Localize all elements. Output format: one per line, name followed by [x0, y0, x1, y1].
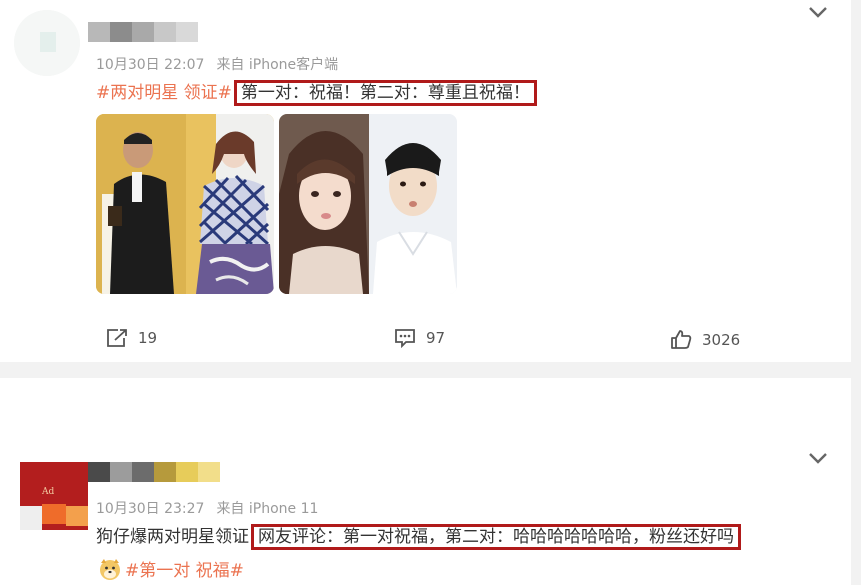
post-photo-1[interactable]	[96, 114, 274, 294]
post-text: #两对明星 领证# 第一对：祝福！第二对：尊重且祝福！	[96, 78, 537, 106]
avatar[interactable]: Ad	[20, 462, 88, 530]
svg-text:Ad: Ad	[41, 487, 54, 497]
post-meta: 10月30日 23:27 来自 iPhone 11	[96, 498, 318, 518]
highlighted-text: 第一对：祝福！第二对：尊重且祝福！	[233, 80, 537, 106]
like-button[interactable]: 3026	[670, 329, 740, 350]
chevron-down-icon[interactable]	[808, 452, 828, 464]
post-source: 来自 iPhone客户端	[216, 57, 339, 73]
like-icon	[671, 330, 692, 349]
post-card-2: Ad 10月30日 23:27 来自 iPhone 11 狗仔爆两对明星领证 网友评…	[0, 378, 851, 585]
topic-tag[interactable]: #两对明星 领证#	[96, 83, 232, 103]
username-mosaic[interactable]	[88, 22, 198, 42]
like-count: 3026	[702, 330, 741, 349]
repost-button[interactable]: 19	[106, 328, 157, 348]
post-card-1: 10月30日 22:07 来自 iPhone客户端 #两对明星 领证# 第一对：祝福…	[0, 0, 851, 362]
avatar[interactable]	[14, 10, 80, 76]
post-meta: 10月30日 22:07 来自 iPhone客户端	[96, 54, 338, 74]
post-photo-2[interactable]	[279, 114, 457, 294]
comment-icon	[395, 329, 415, 348]
post-text: 狗仔爆两对明星领证 网友评论：第一对祝福，第二对：哈哈哈哈哈哈哈，粉丝还好吗	[96, 522, 741, 550]
comment-button[interactable]: 97	[394, 328, 445, 348]
post-text-prefix: 狗仔爆两对明星领证	[96, 527, 249, 547]
post-source: 来自 iPhone 11	[216, 501, 319, 517]
comment-count: 97	[426, 329, 446, 347]
post-time[interactable]: 10月30日 22:07	[96, 57, 204, 73]
post-tag-line: #第一对 祝福#	[98, 556, 244, 581]
username-mosaic[interactable]	[88, 462, 220, 482]
repost-count: 19	[138, 329, 158, 347]
chevron-down-icon[interactable]	[808, 6, 828, 18]
highlighted-text: 网友评论：第一对祝福，第二对：哈哈哈哈哈哈哈，粉丝还好吗	[251, 524, 741, 550]
post-time[interactable]: 10月30日 23:27	[96, 501, 204, 517]
topic-tag[interactable]: #第一对 祝福#	[125, 556, 244, 581]
doge-emoji-icon	[100, 558, 120, 580]
repost-icon	[107, 329, 127, 347]
